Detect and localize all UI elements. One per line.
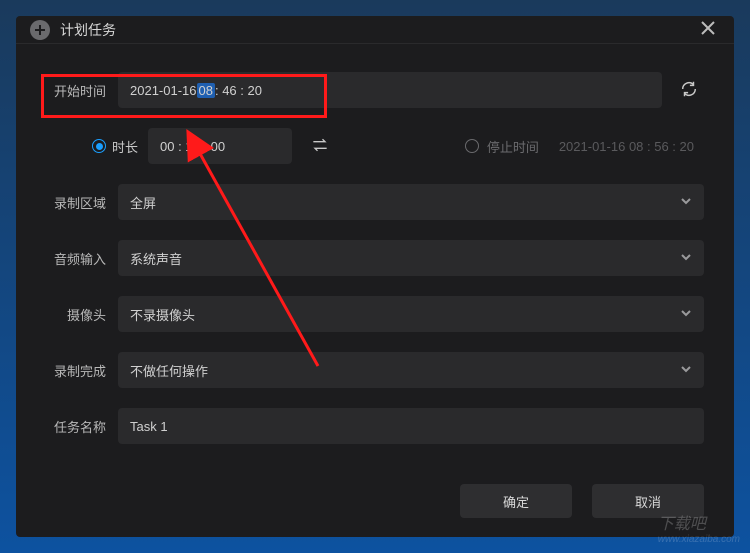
scheduled-task-dialog: 计划任务 开始时间 2021-01-16 08 : 46 : 20 时长 — [16, 16, 734, 537]
on-complete-row: 录制完成 不做任何操作 — [46, 352, 704, 388]
stop-time-group: 停止时间 2021-01-16 08 : 56 : 20 — [465, 137, 704, 156]
titlebar: 计划任务 — [16, 16, 734, 44]
start-time-rest: : 46 : 20 — [215, 83, 262, 98]
camera-label: 摄像头 — [46, 305, 118, 324]
on-complete-select[interactable]: 不做任何操作 — [118, 352, 704, 388]
duration-row: 时长 00 : 10 : 00 停止时间 2021-01-16 08 : 56 … — [46, 128, 704, 164]
record-area-select[interactable]: 全屏 — [118, 184, 704, 220]
loop-icon — [310, 138, 330, 152]
dialog-body: 开始时间 2021-01-16 08 : 46 : 20 时长 00 : 10 … — [16, 44, 734, 468]
refresh-button[interactable] — [674, 74, 704, 107]
audio-input-label: 音频输入 — [46, 249, 118, 268]
task-name-row: 任务名称 — [46, 408, 704, 444]
start-time-field[interactable]: 2021-01-16 08 : 46 : 20 — [118, 72, 662, 108]
close-button[interactable] — [696, 16, 720, 43]
radio-col — [46, 139, 118, 153]
dialog-footer: 确定 取消 — [16, 468, 734, 540]
start-time-row: 开始时间 2021-01-16 08 : 46 : 20 — [46, 72, 704, 108]
camera-row: 摄像头 不录摄像头 — [46, 296, 704, 332]
task-name-input[interactable] — [130, 408, 692, 444]
ok-button[interactable]: 确定 — [460, 484, 572, 518]
chevron-down-icon — [680, 363, 692, 378]
loop-button[interactable] — [306, 134, 334, 159]
record-area-label: 录制区域 — [46, 193, 118, 212]
task-name-field-wrap — [118, 408, 704, 444]
stop-time-radio[interactable] — [465, 139, 479, 153]
camera-value: 不录摄像头 — [130, 305, 195, 324]
refresh-icon — [680, 80, 698, 98]
stop-time-radio-label[interactable]: 停止时间 — [487, 137, 539, 156]
task-name-label: 任务名称 — [46, 417, 118, 436]
duration-value: 00 : 10 : 00 — [160, 139, 225, 154]
close-icon — [700, 20, 716, 36]
start-time-date: 2021-01-16 — [130, 83, 197, 98]
duration-radio-label[interactable]: 时长 — [112, 137, 138, 156]
dialog-title: 计划任务 — [60, 20, 696, 40]
stop-time-value: 2021-01-16 08 : 56 : 20 — [549, 139, 704, 154]
audio-input-value: 系统声音 — [130, 249, 182, 268]
plus-icon — [30, 20, 50, 40]
record-area-row: 录制区域 全屏 — [46, 184, 704, 220]
start-time-label: 开始时间 — [46, 81, 118, 100]
audio-input-row: 音频输入 系统声音 — [46, 240, 704, 276]
on-complete-label: 录制完成 — [46, 361, 118, 380]
chevron-down-icon — [680, 195, 692, 210]
duration-field[interactable]: 00 : 10 : 00 — [148, 128, 292, 164]
cancel-button[interactable]: 取消 — [592, 484, 704, 518]
camera-select[interactable]: 不录摄像头 — [118, 296, 704, 332]
chevron-down-icon — [680, 307, 692, 322]
duration-radio[interactable] — [92, 139, 106, 153]
record-area-value: 全屏 — [130, 193, 156, 212]
chevron-down-icon — [680, 251, 692, 266]
audio-input-select[interactable]: 系统声音 — [118, 240, 704, 276]
start-time-hour-selected: 08 — [197, 83, 215, 98]
on-complete-value: 不做任何操作 — [130, 361, 208, 380]
